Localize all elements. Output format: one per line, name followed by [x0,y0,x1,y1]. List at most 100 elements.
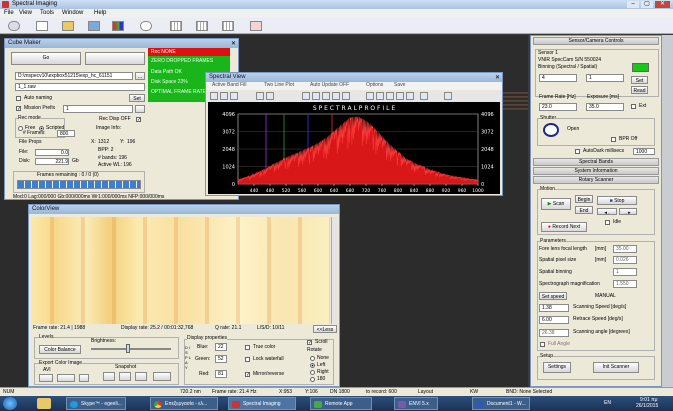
init-scanner-button[interactable]: Init Scanner [593,362,639,373]
cursor-icon[interactable] [332,92,340,100]
rec-disp-off-checkbox[interactable]: ✓ [136,117,141,123]
blue-field[interactable]: 22 [215,343,227,351]
mission-prefix-field[interactable]: 1 [63,105,133,113]
bpr-checkbox[interactable] [611,137,616,142]
color-balance-button[interactable]: Color Balance [39,345,81,354]
green-field[interactable]: 52 [215,355,227,363]
snapshot-c-button[interactable] [135,372,147,381]
close-icon[interactable]: ✕ [231,40,236,47]
pan-left-icon[interactable] [366,92,374,100]
grid-icon-3[interactable] [222,21,234,31]
exposure-field[interactable]: 35.0 [586,103,624,111]
menu-window[interactable]: Window [62,9,83,17]
shutter-icon[interactable] [140,21,152,31]
close-icon[interactable]: ✕ [655,1,670,8]
stop-record-button[interactable] [85,52,145,65]
fore-lens-field[interactable]: 35.00 [613,245,637,253]
taskbar-word[interactable]: Document1 - W... [472,397,530,410]
frame-rate-field[interactable]: 23.0 [539,103,577,111]
color-scrollbar[interactable] [331,217,338,324]
explorer-taskbar-icon[interactable] [37,398,51,409]
browse-button[interactable]: … [135,72,145,80]
menu-file[interactable]: File [4,9,14,17]
snapshot-d-button[interactable] [153,372,171,381]
brightness-slider[interactable] [91,348,171,350]
autodark-checkbox[interactable] [575,149,580,154]
zoom-in-icon[interactable] [256,92,264,100]
export-icon[interactable] [396,92,404,100]
menu-active-band-fill[interactable]: Active Band Fill [212,82,246,89]
save-icon[interactable] [220,92,228,100]
avi-stop-button[interactable] [57,374,75,382]
open-file-icon[interactable] [36,21,48,31]
menu-auto-update[interactable]: Auto Update OFF [310,82,349,89]
taskbar-envi[interactable]: ENVI 5.x [394,397,438,410]
menu-save[interactable]: Save [394,82,405,89]
file-name-field[interactable]: 1_1.raw [15,83,145,91]
scan-angle-field[interactable]: 26.38 [539,329,569,337]
set-button[interactable]: Set [129,94,145,102]
spatial-binning-field[interactable]: 1 [613,268,637,276]
legend-icon[interactable] [322,92,330,100]
lock-waterfall-checkbox[interactable] [245,357,250,362]
system-info-header[interactable]: System Information [533,167,659,175]
grid-icon-2[interactable] [196,21,208,31]
jog-right-button[interactable]: . ▸ [619,208,637,215]
mirror-checkbox[interactable]: ✓ [245,372,250,378]
end-button[interactable]: End [575,206,593,214]
record-next-button[interactable]: ● Record Next [541,222,587,232]
copy-icon[interactable] [386,92,394,100]
grid-toggle-icon[interactable] [312,92,320,100]
minimize-icon[interactable]: – [627,1,639,8]
print-icon[interactable] [230,92,238,100]
ext-checkbox[interactable] [631,104,636,109]
shutter-icon[interactable] [543,123,559,137]
pan-right-icon[interactable] [376,92,384,100]
axis-icon[interactable] [302,92,310,100]
tool-icon[interactable] [444,92,452,100]
avi-options-button[interactable] [79,374,89,382]
grid-icon-1[interactable] [170,21,182,31]
true-color-checkbox[interactable] [245,345,250,350]
camera-icon[interactable] [8,21,20,31]
start-button[interactable] [3,397,17,410]
snapshot-a-button[interactable] [103,372,115,381]
prefix-set-button[interactable] [135,105,145,113]
maximize-icon[interactable]: ▢ [641,1,653,8]
menu-two-line-plot[interactable]: Two Line Plot [264,82,294,89]
autodark-field[interactable]: 1000 [633,148,655,155]
refresh-icon[interactable] [406,92,414,100]
mission-prefix-checkbox[interactable]: ✓ [16,106,21,112]
rotate-right-radio[interactable] [310,370,315,375]
spatial-pixel-field[interactable]: 0.026 [613,256,637,264]
frames-field[interactable]: 800 [57,130,75,137]
rotate-left-radio[interactable] [310,363,315,368]
scan-button[interactable]: ▶ Scan [541,198,571,210]
menu-view[interactable]: View [19,9,32,17]
go-button[interactable]: Go [11,52,81,65]
taskbar-remote-app[interactable]: Remote App [310,397,372,410]
spectral-bands-header[interactable]: Spectral Bands [533,158,659,166]
spectral-binning-select[interactable]: 4 [539,74,577,82]
less-button[interactable]: <<Less [313,325,337,333]
full-angle-checkbox[interactable] [540,342,545,347]
begin-button[interactable]: Begin [575,195,593,203]
snapshot-b-button[interactable] [119,372,131,381]
jog-left-button[interactable]: ◂ . [597,208,617,215]
flag-icon[interactable] [250,21,262,31]
taskbar-spectral[interactable]: Spectral Imaging [228,397,296,410]
zoom-out-icon[interactable] [266,92,274,100]
path-field[interactable]: D:\mspecv10\expbox51215\exp_hc_61151 [15,72,133,80]
menu-help[interactable]: Help [94,9,106,17]
close-icon[interactable]: ✕ [495,74,500,81]
spectrograph-field[interactable]: 1.550 [613,280,637,288]
folder-icon[interactable] [62,21,74,31]
scan-speed-field[interactable]: 1.38 [539,304,569,312]
rotary-scanner-header[interactable]: Rotary Scanner [533,176,659,184]
cube-icon[interactable] [88,21,100,31]
help-icon[interactable] [420,92,428,100]
taskbar-skype[interactable]: Skype™ - egeeli... [66,397,126,410]
rotate-180-radio[interactable] [310,377,315,382]
avi-start-button[interactable] [39,374,53,382]
sensor-set-button[interactable]: Set [631,76,648,84]
